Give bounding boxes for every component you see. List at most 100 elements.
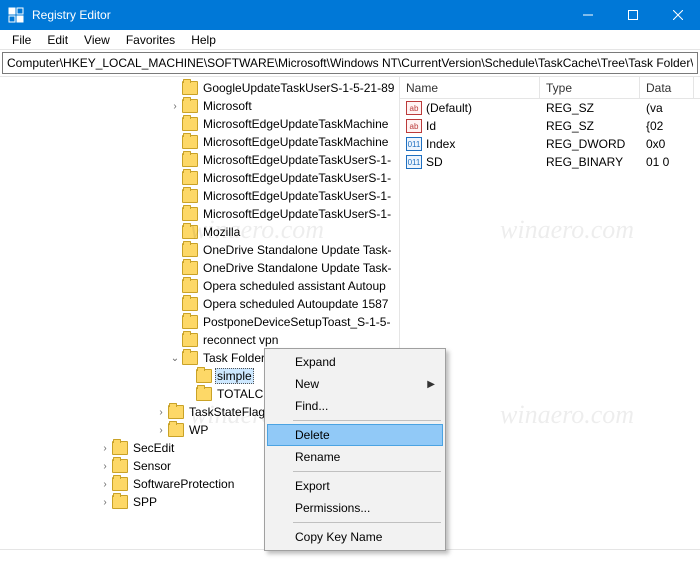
- value-row[interactable]: 011IndexREG_DWORD0x0: [400, 135, 700, 153]
- ctx-delete[interactable]: Delete: [267, 424, 443, 446]
- tree-label: Microsoft: [201, 99, 254, 113]
- tree-label: SoftwareProtection: [131, 477, 236, 491]
- tree-label: MicrosoftEdgeUpdateTaskMachine: [201, 117, 390, 131]
- tree-label: PostponeDeviceSetupToast_S-1-5-: [201, 315, 392, 329]
- folder-icon: [182, 279, 198, 293]
- tree-label: simple: [215, 368, 254, 384]
- minimize-button[interactable]: [565, 0, 610, 30]
- tree-item[interactable]: OneDrive Standalone Update Task-: [0, 241, 399, 259]
- tree-label: SecEdit: [131, 441, 176, 455]
- menu-favorites[interactable]: Favorites: [118, 31, 183, 49]
- tree-item[interactable]: MicrosoftEdgeUpdateTaskUserS-1-: [0, 169, 399, 187]
- tree-label: SPP: [131, 495, 159, 509]
- tree-label: Sensor: [131, 459, 173, 473]
- value-data: (va: [646, 101, 663, 115]
- tree-item[interactable]: Opera scheduled Autoupdate 1587: [0, 295, 399, 313]
- ctx-separator: [293, 420, 441, 421]
- folder-icon: [182, 351, 198, 365]
- tree-label: GoogleUpdateTaskUserS-1-5-21-89: [201, 81, 396, 95]
- status-bar: [0, 549, 700, 571]
- window-title: Registry Editor: [32, 8, 565, 22]
- collapse-icon[interactable]: ⌄: [168, 353, 182, 364]
- menu-view[interactable]: View: [76, 31, 118, 49]
- folder-icon: [182, 333, 198, 347]
- string-value-icon: ab: [406, 101, 422, 115]
- ctx-export[interactable]: Export: [267, 475, 443, 497]
- close-button[interactable]: [655, 0, 700, 30]
- tree-item[interactable]: GoogleUpdateTaskUserS-1-5-21-89: [0, 79, 399, 97]
- value-data: 0x0: [646, 137, 665, 151]
- folder-icon: [112, 477, 128, 491]
- tree-item[interactable]: MicrosoftEdgeUpdateTaskMachine: [0, 133, 399, 151]
- list-header[interactable]: Name Type Data: [400, 77, 700, 99]
- address-bar[interactable]: [2, 52, 698, 74]
- ctx-separator: [293, 522, 441, 523]
- value-name: Id: [426, 119, 436, 133]
- tree-label: Mozilla: [201, 225, 242, 239]
- tree-item[interactable]: OneDrive Standalone Update Task-: [0, 259, 399, 277]
- folder-icon: [182, 297, 198, 311]
- expand-icon[interactable]: ›: [154, 407, 168, 418]
- tree-label: WP: [187, 423, 210, 437]
- col-name[interactable]: Name: [400, 77, 540, 98]
- folder-icon: [182, 135, 198, 149]
- value-type: REG_DWORD: [546, 137, 625, 151]
- value-type: REG_BINARY: [546, 155, 623, 169]
- ctx-permissions[interactable]: Permissions...: [267, 497, 443, 519]
- tree-item[interactable]: MicrosoftEdgeUpdateTaskMachine: [0, 115, 399, 133]
- tree-label: OneDrive Standalone Update Task-: [201, 243, 394, 257]
- menu-edit[interactable]: Edit: [39, 31, 76, 49]
- menu-file[interactable]: File: [4, 31, 39, 49]
- expand-icon[interactable]: ›: [98, 443, 112, 454]
- ctx-new[interactable]: New▶: [267, 373, 443, 395]
- value-row[interactable]: ab Id REG_SZ {02: [400, 117, 700, 135]
- ctx-expand[interactable]: Expand: [267, 351, 443, 373]
- expand-icon[interactable]: ›: [98, 497, 112, 508]
- expand-icon[interactable]: ›: [98, 461, 112, 472]
- tree-item[interactable]: PostponeDeviceSetupToast_S-1-5-: [0, 313, 399, 331]
- value-row[interactable]: 011SDREG_BINARY01 0: [400, 153, 700, 171]
- value-type: REG_SZ: [546, 101, 594, 115]
- expand-icon[interactable]: ›: [168, 101, 182, 112]
- tree-label: Opera scheduled Autoupdate 1587: [201, 297, 390, 311]
- tree-label: Opera scheduled assistant Autoup: [201, 279, 388, 293]
- folder-icon: [168, 423, 184, 437]
- tree-label: OneDrive Standalone Update Task-: [201, 261, 394, 275]
- string-value-icon: ab: [406, 119, 422, 133]
- tree-item[interactable]: MicrosoftEdgeUpdateTaskUserS-1-: [0, 151, 399, 169]
- binary-value-icon: 011: [406, 155, 422, 169]
- context-menu: Expand New▶ Find... Delete Rename Export…: [264, 348, 446, 551]
- tree-item[interactable]: Opera scheduled assistant Autoup: [0, 277, 399, 295]
- folder-icon: [182, 117, 198, 131]
- binary-value-icon: 011: [406, 137, 422, 151]
- ctx-find[interactable]: Find...: [267, 395, 443, 417]
- app-icon: [8, 7, 24, 23]
- value-data: {02: [646, 119, 663, 133]
- expand-icon[interactable]: ›: [154, 425, 168, 436]
- tree-item[interactable]: › Microsoft: [0, 97, 399, 115]
- folder-icon: [168, 405, 184, 419]
- tree-item[interactable]: MicrosoftEdgeUpdateTaskUserS-1-: [0, 205, 399, 223]
- value-type: REG_SZ: [546, 119, 594, 133]
- tree-label: MicrosoftEdgeUpdateTaskUserS-1-: [201, 171, 393, 185]
- tree-label: MicrosoftEdgeUpdateTaskUserS-1-: [201, 153, 393, 167]
- col-data[interactable]: Data: [640, 77, 694, 98]
- address-input[interactable]: [3, 55, 697, 71]
- maximize-button[interactable]: [610, 0, 655, 30]
- folder-icon: [182, 189, 198, 203]
- ctx-separator: [293, 471, 441, 472]
- col-type[interactable]: Type: [540, 77, 640, 98]
- ctx-rename[interactable]: Rename: [267, 446, 443, 468]
- tree-item[interactable]: Mozilla: [0, 223, 399, 241]
- value-name: (Default): [426, 101, 472, 115]
- menu-bar: File Edit View Favorites Help: [0, 30, 700, 50]
- menu-help[interactable]: Help: [183, 31, 224, 49]
- ctx-copy-key-name[interactable]: Copy Key Name: [267, 526, 443, 548]
- tree-item[interactable]: reconnect vpn: [0, 331, 399, 349]
- expand-icon[interactable]: ›: [98, 479, 112, 490]
- folder-icon: [182, 315, 198, 329]
- value-row[interactable]: ab (Default) REG_SZ (va: [400, 99, 700, 117]
- submenu-arrow-icon: ▶: [427, 379, 435, 390]
- tree-item[interactable]: MicrosoftEdgeUpdateTaskUserS-1-: [0, 187, 399, 205]
- folder-icon: [182, 81, 198, 95]
